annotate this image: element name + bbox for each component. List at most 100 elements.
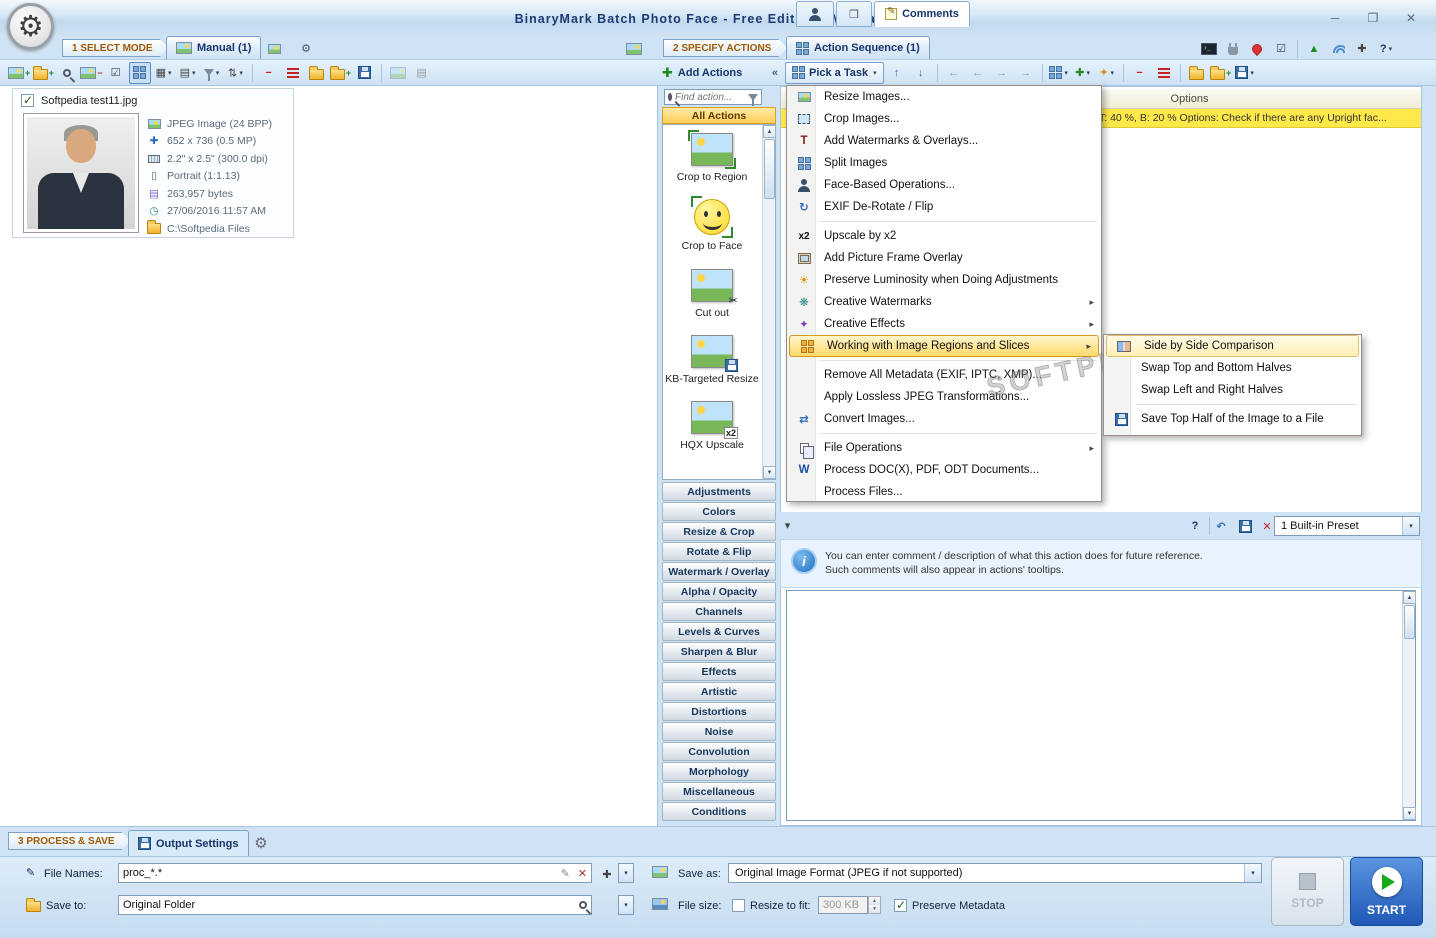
search-files-button[interactable] (56, 62, 78, 84)
add-images-button[interactable]: + (8, 62, 30, 84)
category-watermark-overlay[interactable]: Watermark / Overlay (662, 562, 776, 581)
submenu-item-swap-top-bottom[interactable]: Swap Top and Bottom Halves (1104, 357, 1361, 379)
menu-item-creative-watermarks[interactable]: ❋ Creative Watermarks ▸ (787, 291, 1101, 313)
menu-item-picture-frame[interactable]: Add Picture Frame Overlay (787, 247, 1101, 269)
category-miscellaneous[interactable]: Miscellaneous (662, 782, 776, 801)
pick-a-task-button[interactable]: Pick a Task ▾ (785, 61, 884, 84)
step-down-icon[interactable]: ▼ (869, 905, 880, 913)
menu-item-working-with-regions[interactable]: Working with Image Regions and Slices ▸ (789, 335, 1099, 357)
tab-output-settings[interactable]: Output Settings (128, 830, 249, 856)
find-action-search[interactable] (664, 89, 762, 106)
open-list-button[interactable] (306, 62, 328, 84)
import-folder-button[interactable]: + (329, 62, 352, 84)
action-crop-to-face[interactable]: Crop to Face (663, 196, 761, 252)
save-as-dropdown[interactable]: Original Image Format (JPEG if not suppo… (728, 863, 1262, 883)
menu-item-file-operations[interactable]: File Operations ▸ (787, 437, 1101, 459)
comments-help-button[interactable]: ? (1184, 515, 1206, 537)
mode-settings-button[interactable]: ⚙ (294, 38, 318, 59)
remove-image-button[interactable]: − (80, 62, 103, 84)
preset-dropdown[interactable]: 1 Built-in Preset ▾ (1274, 516, 1420, 536)
save-list-button[interactable] (354, 62, 376, 84)
check-all-button[interactable]: ☑ (105, 62, 127, 84)
edit-action-dropdown[interactable]: ▾ (1048, 62, 1070, 84)
file-names-input[interactable]: proc_*.* ✎ ✕ (118, 863, 592, 883)
search-input[interactable] (675, 91, 745, 103)
category-distortions[interactable]: Distortions (662, 702, 776, 721)
category-resize-crop[interactable]: Resize & Crop (662, 522, 776, 541)
minimize-button[interactable]: ─ (1324, 10, 1346, 26)
location-button[interactable] (1246, 38, 1268, 60)
resize-to-fit-checkbox[interactable] (732, 899, 745, 912)
tabs-overflow-button[interactable]: ▾ (781, 517, 794, 534)
category-levels-curves[interactable]: Levels & Curves (662, 622, 776, 641)
view-mode-dropdown[interactable]: ▦ ▾ (153, 62, 175, 84)
menu-item-preserve-luminosity[interactable]: ☀ Preserve Luminosity when Doing Adjustme… (787, 269, 1101, 291)
add-folder-button[interactable]: + (32, 62, 54, 84)
save-sequence-dropdown[interactable]: ▾ (1234, 62, 1256, 84)
task-list-button[interactable]: ☑ (1270, 38, 1292, 60)
save-to-input[interactable]: Original Folder (118, 895, 592, 915)
tab-dialog-view[interactable]: ❐ (836, 1, 872, 27)
browse-folder-icon[interactable] (579, 901, 587, 909)
scroll-up-button[interactable]: ▲ (1403, 591, 1416, 604)
comment-scrollbar[interactable]: ▲ ▼ (1402, 591, 1416, 820)
nav-forward2-button[interactable]: → (1015, 62, 1037, 84)
file-list-item[interactable]: Softpedia test11.jpg JPEG Image (24 BPP)… (12, 88, 294, 238)
add-pattern-button[interactable]: ✚ (596, 863, 618, 885)
submenu-item-save-top-half[interactable]: Save Top Half of the Image to a File (1104, 408, 1361, 430)
open-sequence-button[interactable] (1186, 62, 1208, 84)
remove-action-button[interactable]: − (1129, 62, 1151, 84)
tab-action-properties[interactable] (796, 1, 834, 27)
submenu-item-swap-left-right[interactable]: Swap Left and Right Halves (1104, 379, 1361, 401)
tag-image-button[interactable]: ▤ (411, 62, 433, 84)
help-button[interactable]: ? ▾ (1375, 38, 1397, 60)
remove-selected-button[interactable]: − (258, 62, 280, 84)
menu-item-exif-derotate[interactable]: ↻ EXIF De-Rotate / Flip (787, 196, 1101, 218)
action-crop-to-region[interactable]: Crop to Region (663, 130, 761, 183)
scroll-up-button[interactable]: ▲ (763, 125, 776, 138)
category-conditions[interactable]: Conditions (662, 802, 776, 821)
category-channels[interactable]: Channels (662, 602, 776, 621)
start-button[interactable]: START (1350, 857, 1423, 926)
menu-item-face-based-operations[interactable]: Face-Based Operations... (787, 174, 1101, 196)
save-comment-button[interactable] (1234, 515, 1256, 537)
browse-images-button[interactable] (262, 38, 286, 59)
plugins-button[interactable] (1222, 38, 1244, 60)
scrollbar-thumb[interactable] (764, 139, 775, 199)
tab-comments[interactable]: Comments (874, 1, 970, 27)
run-console-button[interactable] (1198, 38, 1220, 60)
edit-pattern-icon[interactable]: ✎ (561, 867, 570, 880)
move-up-button[interactable]: ↑ (886, 62, 908, 84)
category-effects[interactable]: Effects (662, 662, 776, 681)
add-tool-button[interactable]: ✚ (1351, 38, 1373, 60)
action-cut-out[interactable]: ✂ Cut out (663, 269, 761, 319)
size-stepper[interactable]: ▲ ▼ (868, 896, 881, 914)
file-names-dropdown-button[interactable]: ▾ (618, 863, 634, 883)
sort-dropdown[interactable]: ⇄ ▾ (225, 62, 247, 84)
actions-scrollbar[interactable]: ▲ ▼ (762, 125, 776, 479)
collapse-panel-button[interactable]: « (772, 67, 778, 79)
category-colors[interactable]: Colors (662, 502, 776, 521)
file-checkbox[interactable] (21, 93, 34, 107)
nav-back2-button[interactable]: ← (967, 62, 989, 84)
file-thumbnail[interactable] (23, 113, 139, 233)
menu-item-lossless-jpeg[interactable]: Apply Lossless JPEG Transformations... (787, 386, 1101, 408)
category-convolution[interactable]: Convolution (662, 742, 776, 761)
thumbnail-view-button[interactable] (128, 61, 151, 84)
menu-item-crop-images[interactable]: Crop Images... (787, 108, 1101, 130)
menu-item-process-files[interactable]: Process Files... (787, 481, 1101, 503)
add-action-dropdown[interactable]: ✚ ▾ (1072, 62, 1094, 84)
tab-manual[interactable]: Manual (1) (166, 36, 262, 59)
app-logo-gear-icon[interactable]: ⚙ (7, 3, 54, 50)
size-limit-input[interactable]: 300 KB (818, 896, 868, 914)
close-button[interactable]: ✕ (1400, 10, 1422, 26)
tab-action-sequence[interactable]: Action Sequence (1) (786, 36, 930, 59)
filter-dropdown[interactable]: ▾ (201, 62, 223, 84)
save-to-dropdown-button[interactable]: ▾ (618, 895, 634, 915)
category-adjustments[interactable]: Adjustments (662, 482, 776, 501)
nav-back-button[interactable]: ← (943, 62, 965, 84)
category-artistic[interactable]: Artistic (662, 682, 776, 701)
category-morphology[interactable]: Morphology (662, 762, 776, 781)
category-alpha-opacity[interactable]: Alpha / Opacity (662, 582, 776, 601)
maximize-button[interactable]: ❐ (1362, 10, 1384, 26)
